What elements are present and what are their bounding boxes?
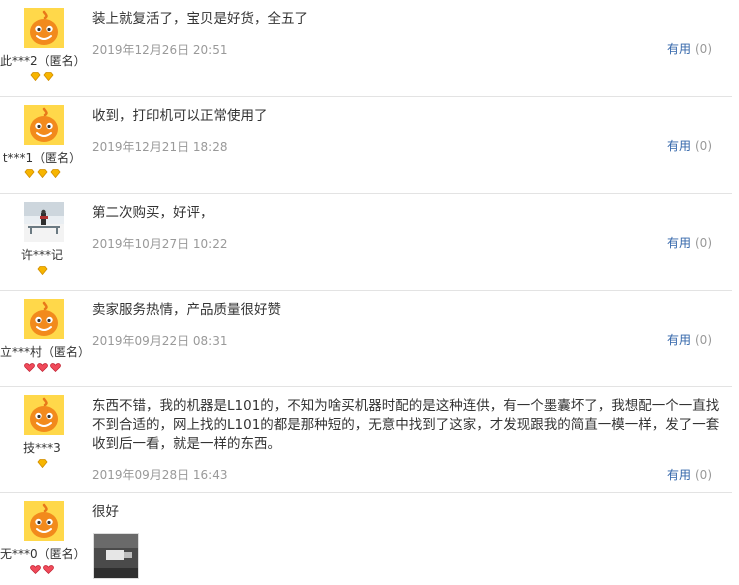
mascot-avatar-icon: [24, 299, 64, 339]
avatar[interactable]: [24, 501, 64, 541]
useful-count: (0): [695, 139, 712, 153]
reviewer-nickname: 技***3: [23, 441, 61, 455]
reviewer-nickname: t***1（匿名）: [2, 151, 82, 165]
useful-vote: 有用 (0): [667, 40, 712, 57]
review-item: 此***2（匿名） 装上就复活了，宝贝是好货，全五了 2019年12月26日 2…: [0, 0, 732, 96]
buyer-level: [0, 565, 84, 574]
useful-count: (0): [695, 333, 712, 347]
review-content: 第二次购买，好评，: [92, 205, 214, 221]
review-photo-thumbnail[interactable]: [93, 533, 139, 579]
review-content: 装上就复活了，宝贝是好货，全五了: [92, 11, 308, 27]
useful-vote: 有用 (0): [667, 331, 712, 348]
gold-diamond-icon: [23, 169, 35, 179]
review-content: 收到，打印机可以正常使用了: [92, 108, 268, 124]
red-heart-icon: [30, 565, 41, 574]
review-item: t***1（匿名） 收到，打印机可以正常使用了 2019年12月21日 18:2…: [0, 97, 732, 193]
avatar[interactable]: [24, 299, 64, 339]
useful-button[interactable]: 有用: [667, 333, 691, 347]
avatar[interactable]: [24, 8, 64, 48]
photo-avatar-icon: [24, 202, 64, 242]
useful-count: (0): [695, 468, 712, 482]
gold-diamond-icon: [43, 72, 54, 82]
review-item: 无***0（匿名） 很好: [0, 493, 732, 585]
gold-diamond-icon: [36, 169, 48, 179]
review-item: 许***记 第二次购买，好评， 2019年10月27日 10:22 有用 (0): [0, 194, 732, 290]
gold-diamond-icon: [36, 459, 48, 469]
review-date: 2019年09月28日 16:43: [92, 468, 228, 482]
review-date: 2019年09月22日 08:31: [92, 334, 228, 348]
review-content: 很好: [92, 504, 119, 520]
buyer-level: [0, 169, 84, 179]
review-list: 此***2（匿名） 装上就复活了，宝贝是好货，全五了 2019年12月26日 2…: [0, 0, 739, 585]
review-date: 2019年12月26日 20:51: [92, 43, 228, 57]
buyer-level: [0, 363, 84, 372]
reviewer-nickname: 此***2（匿名）: [0, 54, 86, 68]
gold-diamond-icon: [49, 169, 61, 179]
buyer-level: [0, 72, 84, 82]
photo-thumbnail-icon: [94, 534, 138, 578]
useful-count: (0): [695, 42, 712, 56]
review-content: 东西不错，我的机器是L101的，不知为啥买机器时配的是这种连供，有一个墨囊坏了，…: [92, 398, 720, 452]
avatar[interactable]: [24, 395, 64, 435]
reviewer-nickname: 无***0（匿名）: [0, 547, 86, 561]
useful-vote: 有用 (0): [667, 234, 712, 251]
avatar[interactable]: [24, 105, 64, 145]
buyer-level: [0, 459, 84, 469]
review-date: 2019年12月21日 18:28: [92, 140, 228, 154]
reviewer-nickname: 许***记: [20, 248, 63, 262]
useful-button[interactable]: 有用: [667, 236, 691, 250]
review-content: 卖家服务热情，产品质量很好赞: [92, 302, 281, 318]
red-heart-icon: [43, 565, 54, 574]
review-item: 技***3 东西不错，我的机器是L101的，不知为啥买机器时配的是这种连供，有一…: [0, 387, 732, 492]
mascot-avatar-icon: [24, 395, 64, 435]
buyer-level: [0, 266, 84, 276]
useful-button[interactable]: 有用: [667, 468, 691, 482]
gold-diamond-icon: [30, 72, 41, 82]
mascot-avatar-icon: [24, 8, 64, 48]
red-heart-icon: [23, 363, 35, 372]
review-date: 2019年10月27日 10:22: [92, 237, 228, 251]
useful-vote: 有用 (0): [667, 466, 712, 483]
useful-button[interactable]: 有用: [667, 139, 691, 153]
mascot-avatar-icon: [24, 105, 64, 145]
red-heart-icon: [36, 363, 48, 372]
useful-count: (0): [695, 236, 712, 250]
mascot-avatar-icon: [24, 501, 64, 541]
avatar[interactable]: [24, 202, 64, 242]
red-heart-icon: [49, 363, 61, 372]
reviewer-nickname: 立***村（匿名）: [0, 345, 91, 359]
review-item: 立***村（匿名） 卖家服务热情，产品质量很好赞 2019年09月22日 08:…: [0, 291, 732, 386]
useful-vote: 有用 (0): [667, 137, 712, 154]
useful-button[interactable]: 有用: [667, 42, 691, 56]
gold-diamond-icon: [36, 266, 48, 276]
